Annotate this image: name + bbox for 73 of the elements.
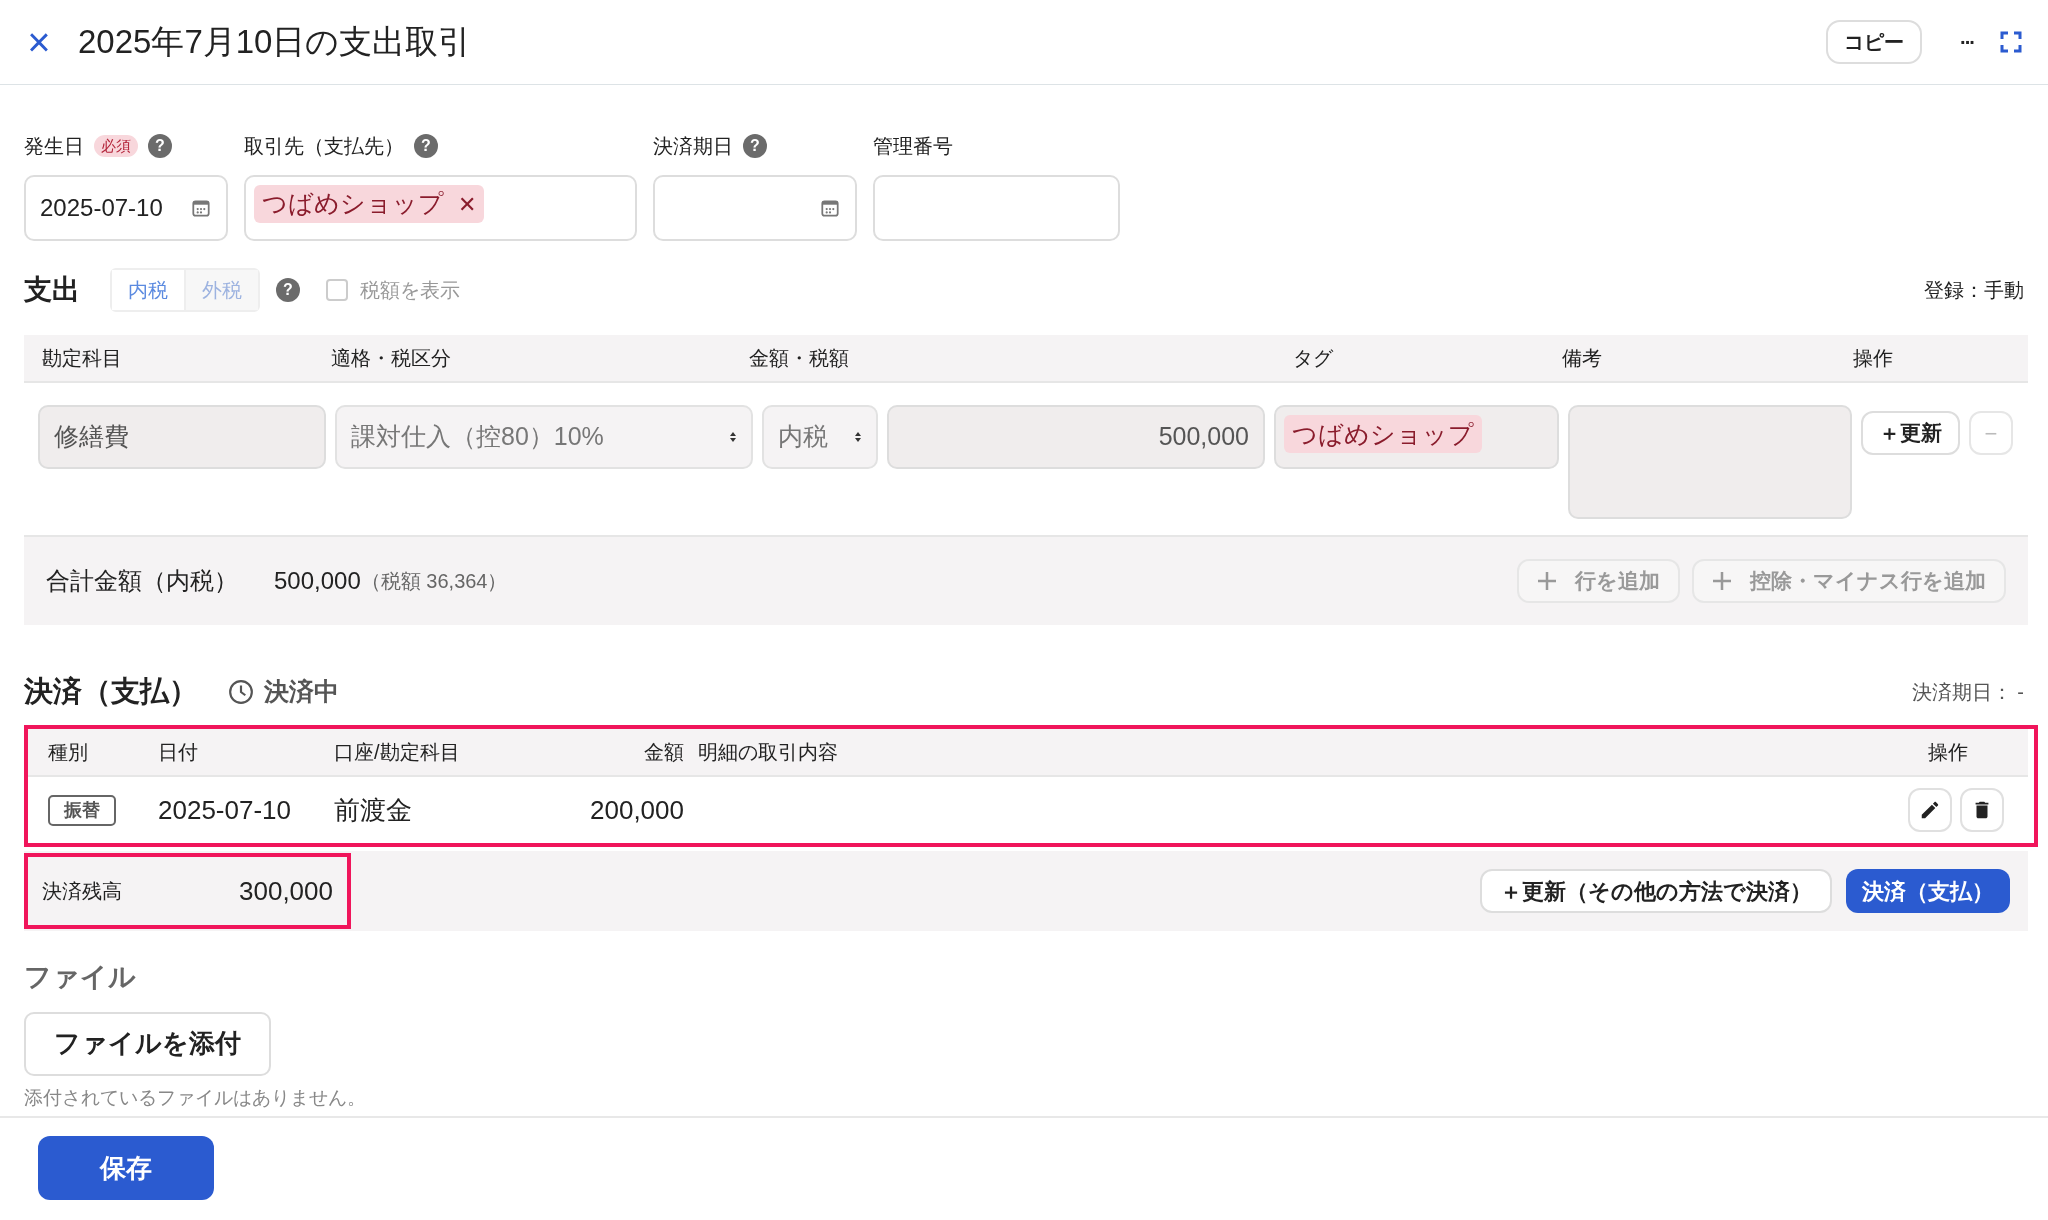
help-icon[interactable]: ? [414, 134, 438, 158]
tag-field[interactable]: つばめショップ [1274, 405, 1559, 469]
empty-files-note: 添付されているファイルはありません。 [23, 1085, 367, 1110]
note-field[interactable] [1568, 405, 1852, 519]
column-header: 適格・税区分 [331, 346, 453, 371]
checkbox-label: 税額を表示 [360, 278, 460, 303]
pencil-icon [1919, 799, 1941, 821]
help-icon[interactable]: ? [276, 278, 300, 302]
field-label: 決済期日 [653, 134, 733, 159]
save-button[interactable]: 保存 [38, 1136, 214, 1200]
date-value: 2025-07-10 [40, 193, 164, 223]
date-field[interactable]: 2025-07-10 [24, 175, 228, 241]
tag-label: つばめショップ [1284, 415, 1482, 453]
section-title: 決済（支払） [24, 674, 198, 710]
registration-label: 登録：手動 [1924, 278, 2024, 303]
tax-category-select[interactable]: 課対仕入（控80）10% [335, 405, 753, 469]
select-value: 内税 [778, 421, 829, 453]
column-header: 日付 [158, 740, 199, 765]
column-header: 操作 [1928, 740, 1969, 765]
select-value: 課対仕入（控80）10% [351, 421, 605, 453]
column-header: タグ [1291, 346, 1334, 371]
field-label: 発生日 [24, 134, 84, 159]
column-header: 金額・税額 [749, 346, 851, 371]
table-cell-text: 前渡金 [334, 793, 413, 827]
edit-button[interactable] [1908, 788, 1952, 832]
close-button[interactable]: × [26, 22, 52, 62]
select-arrows-icon [729, 430, 737, 444]
column-header: 備考 [1562, 346, 1604, 371]
section-title: ファイル [23, 961, 137, 994]
other-method-button[interactable]: ＋更新（その他の方法で決済） [1480, 869, 1832, 913]
status-label: 決済中 [264, 676, 339, 708]
section-title: 支出 [24, 273, 80, 307]
required-badge: 必須 [94, 134, 138, 158]
help-icon[interactable]: ? [148, 134, 172, 158]
tax-amount: （税額 36,364） [360, 569, 508, 594]
plus-icon [1712, 571, 1732, 591]
column-header: 金額 [643, 740, 684, 765]
total-label: 合計金額（内税） [46, 566, 238, 596]
pay-button[interactable]: 決済（支払） [1846, 869, 2010, 913]
attach-file-button[interactable]: ファイルを添付 [24, 1011, 271, 1076]
partner-field[interactable]: つばめショップ ✕ [244, 175, 637, 241]
fullscreen-icon[interactable] [2000, 31, 2022, 53]
checkbox[interactable] [326, 279, 348, 301]
table-cell-text: 2025-07-10 [158, 793, 292, 827]
column-header: 勘定科目 [42, 346, 123, 371]
delete-button[interactable] [1960, 788, 2004, 832]
column-header: 種別 [48, 740, 89, 765]
tax-mode-select[interactable]: 内税 [762, 405, 878, 469]
total-amount: 500,000 [274, 566, 361, 596]
select-arrows-icon [854, 430, 862, 444]
copy-button[interactable]: コピー [1826, 20, 1922, 64]
balance-amount: 300,000 [239, 874, 333, 908]
tag-label: つばめショップ [262, 188, 444, 220]
table-cell-text: 200,000 [589, 793, 684, 827]
date-field[interactable] [653, 175, 857, 241]
amount-field[interactable]: 500,000 [887, 405, 1265, 469]
account-field[interactable]: 修繕費 [38, 405, 326, 469]
column-header: 明細の取引内容 [697, 740, 839, 765]
balance-label: 決済残高 [42, 879, 123, 904]
help-icon[interactable]: ? [743, 134, 767, 158]
type-badge: 振替 [48, 794, 116, 826]
field-label: 管理番号 [873, 134, 953, 159]
remove-tag-button[interactable]: ✕ [458, 187, 476, 221]
column-header: 口座/勘定科目 [334, 740, 461, 765]
update-button[interactable]: ＋更新 [1861, 411, 1960, 455]
window-title: 2025年7月10日の支出取引 [78, 22, 472, 63]
column-header: 操作 [1852, 346, 1894, 371]
clock-icon [228, 679, 254, 705]
due-date-label: 決済期日： - [1911, 680, 2024, 705]
field-label: 取引先（支払先） [244, 134, 404, 159]
input-field[interactable] [873, 175, 1120, 241]
more-button[interactable]: ··· [1960, 27, 1974, 57]
plus-icon [1537, 571, 1557, 591]
